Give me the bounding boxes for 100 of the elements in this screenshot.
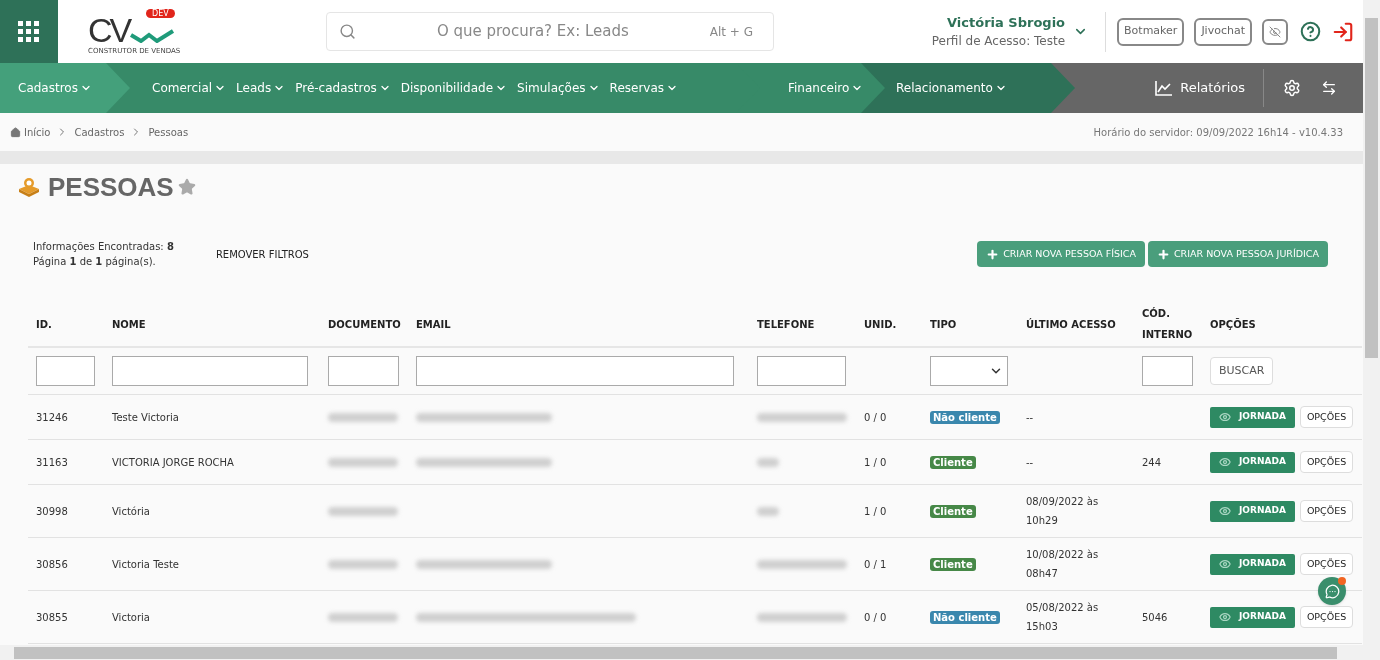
options-button[interactable]: OPÇÕES [1299,500,1354,522]
table-cell: Victória [112,505,150,517]
chart-icon [1155,80,1173,96]
logo-mark: CV [88,14,130,45]
table-cell: 0 / 1 [864,558,887,570]
options-button[interactable]: OPÇÕES [1299,553,1354,575]
eye-icon [1219,505,1231,517]
journey-button[interactable]: JORNADA [1210,606,1295,628]
chat-integration-button[interactable]: Jivochat [1194,17,1252,46]
shortcut-hint: Alt + G [709,23,753,41]
nav-menu-item[interactable]: Comercial [152,79,227,97]
eye-icon [1219,411,1231,423]
nav-menu-item[interactable]: Financeiro [788,79,864,97]
nav-menu-item[interactable]: Pré-cadastros [295,79,391,97]
table-cell-text: 05/08/2022 às 15h03 [1026,601,1100,634]
filter-field[interactable] [416,356,734,386]
reports-link[interactable]: Relatórios [1155,78,1245,98]
swap-icon[interactable] [1321,80,1337,96]
column-header: EMAIL [416,317,452,332]
vertical-scrollbar[interactable] [1365,18,1378,358]
help-icon[interactable] [1300,21,1321,42]
column-header: NOME [112,317,147,332]
type-badge: Cliente [930,504,976,518]
journey-button[interactable]: JORNADA [1210,406,1295,428]
grid-icon [18,20,40,43]
table-cell: 1 / 0 [864,505,887,517]
table-cell: 0 / 0 [864,611,887,623]
type-select[interactable] [930,356,1008,386]
table-cell: 30856 [36,558,68,570]
table-cell: 31163 [36,456,68,468]
table-cell: 30855 [36,611,68,623]
options-button[interactable]: OPÇÕES [1299,406,1354,428]
journey-button[interactable]: JORNADA [1210,451,1295,473]
breadcrumb-link[interactable]: Início [24,124,51,140]
filter-field[interactable] [36,356,95,386]
remove-filters-link[interactable]: REMOVER FILTROS [215,246,309,262]
nav-menu-item[interactable]: Relacionamento [896,79,1007,97]
table-cell: 30998 [36,505,68,517]
column-header: ID. [36,317,53,332]
column-header: TIPO [930,317,958,332]
column-header: DOCUMENTO [328,317,402,332]
column-header: TELEFONE [757,317,816,332]
table-cell: 5046 [1142,611,1168,623]
table-cell-text: 08/09/2022 às 10h29 [1026,495,1100,528]
filter-field[interactable] [112,356,308,386]
hide-button[interactable] [1262,18,1288,45]
eye-off-icon [1269,25,1281,38]
nav-menu-item[interactable]: Cadastros [18,79,92,97]
search-field[interactable]: O que procura? Ex: Leads Alt + G [326,12,774,51]
journey-button[interactable]: JORNADA [1210,553,1295,575]
options-button[interactable]: OPÇÕES [1299,606,1354,628]
favorite-star-icon[interactable] [177,178,196,196]
page-count: Página 1 de 1 página(s). [33,255,157,269]
page-title: PESSOAS [48,170,174,204]
chat-integration-button[interactable]: Botmaker [1117,17,1185,46]
search-button[interactable]: BUSCAR [1210,357,1274,386]
access-profile: Perfil de Acesso: Teste [931,33,1066,51]
horizontal-scrollbar[interactable] [14,646,1337,659]
home-icon [10,126,21,138]
apps-menu-button[interactable] [0,0,58,63]
search-icon [339,23,356,40]
eye-icon [1219,611,1231,623]
filter-field[interactable] [328,356,399,386]
table-cell-text: 10/08/2022 às 08h47 [1026,548,1100,581]
column-header: CÓD. INTERNO [1142,306,1194,342]
nav-menu-item[interactable]: Reservas [609,79,679,97]
table-cell: 0 / 0 [864,411,887,423]
server-time: Horário do servidor: 09/09/2022 16h14 - v10.4.33 [1093,125,1343,140]
plus-icon [1157,247,1170,261]
table-cell: 244 [1142,456,1162,468]
create-person-button[interactable]: CRIAR NOVA PESSOA JURÍDICA [1148,241,1328,267]
filter-field[interactable] [1142,356,1193,386]
dev-badge: DEV [146,8,175,18]
column-header: OPÇÕES [1210,317,1257,332]
chat-icon [1324,583,1340,599]
eye-icon [1219,558,1231,570]
breadcrumb-link[interactable]: Cadastros [74,124,125,140]
people-box-icon [18,177,40,197]
table-cell: 1 / 0 [864,456,887,468]
filter-field[interactable] [757,356,846,386]
logout-icon[interactable] [1332,20,1354,43]
nav-menu-item[interactable]: Leads [236,79,286,97]
table-cell: Victoria Teste [112,558,179,570]
column-header: UNID. [864,317,898,332]
nav-menu-item[interactable]: Disponibilidade [400,79,508,97]
table-cell: VICTORIA JORGE ROCHA [112,456,234,468]
settings-icon[interactable] [1283,79,1301,97]
nav-menu-item[interactable]: Simulações [517,79,600,97]
options-button[interactable]: OPÇÕES [1299,451,1354,473]
journey-button[interactable]: JORNADA [1210,500,1295,522]
create-person-button[interactable]: CRIAR NOVA PESSOA FÍSICA [977,241,1145,267]
table-cell: 31246 [36,411,68,423]
table-cell-text: -- [1026,410,1035,425]
column-header: ÚLTIMO ACESSO [1026,317,1117,332]
type-badge: Não cliente [930,410,1000,424]
floating-chat-button[interactable] [1318,577,1346,605]
table-cell-text: -- [1026,455,1035,470]
type-badge: Cliente [930,557,976,571]
table-cell: Teste Victoria [112,411,179,423]
results-count: Informações Encontradas: 8 [33,240,174,254]
